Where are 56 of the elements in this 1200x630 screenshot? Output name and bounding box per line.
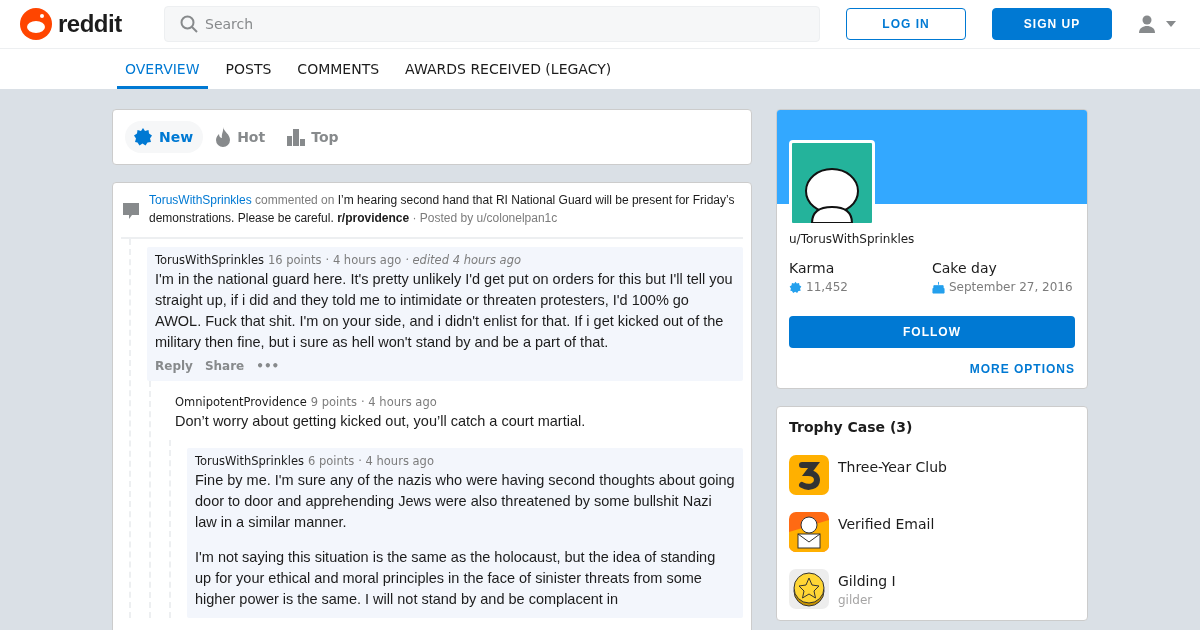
envelope-icon	[789, 512, 829, 552]
comment-author[interactable]: OmnipotentProvidence	[175, 395, 307, 409]
stat-value: September 27, 2016	[949, 280, 1073, 294]
search-icon	[180, 15, 198, 33]
log-in-button[interactable]: LOG IN	[846, 8, 966, 40]
comment-author[interactable]: TorusWithSprinkles	[195, 454, 304, 468]
trophy-name: Verified Email	[838, 516, 935, 532]
nav-tab[interactable]: OVERVIEW	[117, 49, 208, 89]
sort-tab[interactable]: New	[125, 121, 204, 153]
comment-time: · 4 hours ago	[361, 395, 437, 409]
more-options-link[interactable]: MORE OPTIONS	[969, 362, 1075, 376]
starburst-icon	[133, 127, 153, 147]
search-field[interactable]: Search	[164, 6, 820, 42]
flame-icon	[215, 127, 232, 147]
caret-icon[interactable]	[1166, 21, 1176, 27]
comment-text: I'm in the national guard here. It's pretty unlikely I'd get put on orders for this but I'll tell you straight up, if i did and they told me to intimidate or threaten protesters, I'd 100% go AWOL. Fuck that shit. I'm on your side, and i didn't enlist for that. If i get kicked out of the military then fine, but i sure as hell won't stand by and be a part of that.	[155, 270, 734, 352]
sign-up-button[interactable]: SIGN UP	[992, 8, 1112, 40]
comment-text: I'm not saying this situation is the same as the holocaust, but the idea of standing up for your ethical and moral principles in the face of sinister threats from some higher power is the same. I will not stand by and be complacent in	[195, 548, 717, 609]
user-icon[interactable]	[1138, 15, 1156, 33]
nav-tab[interactable]: COMMENTS	[289, 49, 388, 89]
sort-tab[interactable]: Hot	[207, 121, 276, 153]
comment-icon	[121, 201, 141, 221]
star-coin-icon	[789, 569, 829, 609]
stat-value: 11,452	[806, 280, 848, 294]
stat-label: Karma	[789, 260, 836, 276]
comment-points: 16 points	[267, 253, 322, 267]
trophy-subtitle: gilder	[838, 593, 874, 607]
post-author-link[interactable]: TorusWithSprinkles	[149, 193, 252, 207]
logo-icon	[20, 8, 52, 40]
comment-author[interactable]: TorusWithSprinkles	[155, 253, 264, 267]
follow-button[interactable]: FOLLOW	[789, 316, 1075, 348]
comment-points: 6 points	[307, 454, 355, 468]
trophy-case-title: Trophy Case (3)	[789, 419, 914, 435]
nav-tab[interactable]: AWARDS RECEIVED (LEGACY)	[397, 49, 620, 89]
username: u/TorusWithSprinkles	[789, 232, 916, 246]
trophy-name: Three-Year Club	[838, 459, 947, 475]
subreddit-link[interactable]: r/providence	[337, 211, 410, 225]
trophy-name: Gilding I	[838, 573, 896, 589]
comment-points: 9 points	[310, 395, 358, 409]
nav-tab[interactable]: POSTS	[217, 49, 280, 89]
comment-text: Fine by me. I'm sure any of the nazis who were having second thoughts about going door to door and apprehending Jews were also threatened by some bullshit Nazi law in a similar manner.	[195, 471, 735, 532]
number-three-icon	[789, 455, 829, 495]
action-link[interactable]: Reply	[155, 359, 193, 373]
action-link[interactable]: Share	[204, 359, 245, 373]
edited-time: · edited 4 hours ago	[405, 253, 521, 267]
bar-chart-icon	[287, 128, 306, 146]
sort-tab[interactable]: Top	[279, 122, 349, 152]
starburst-icon	[789, 280, 802, 294]
comment-time: · 4 hours ago	[325, 253, 402, 267]
comment-text: Don’t worry about getting kicked out, you’ll catch a court martial.	[175, 412, 587, 431]
cake-icon	[932, 280, 945, 294]
more-options-button[interactable]: •••	[256, 359, 280, 373]
post-summary: TorusWithSprinkles commented on I’m hearing second hand that RI National Guard will be present for Friday’s demonstrations. Please be careful. r/providence · Posted by u/colonelpan1c	[149, 192, 736, 227]
stat-label: Cake day	[932, 260, 998, 276]
logo-text: reddit	[58, 10, 122, 38]
comment-time: · 4 hours ago	[358, 454, 434, 468]
